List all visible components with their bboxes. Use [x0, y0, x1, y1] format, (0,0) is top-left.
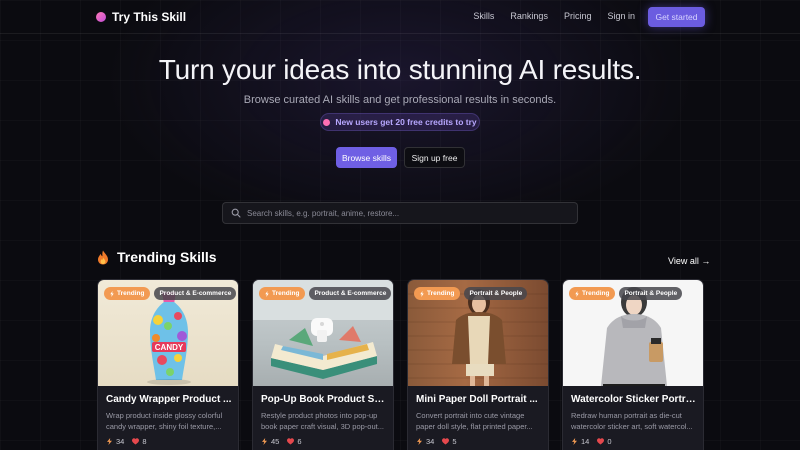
heart-icon: [442, 438, 450, 445]
logo-text: Try This Skill: [112, 10, 187, 24]
bolt-icon: [417, 438, 422, 445]
likes-count: 8: [142, 437, 147, 446]
bolt-icon: [110, 290, 114, 297]
category-badge: Portrait & People: [619, 287, 683, 300]
card-thumbnail: Trending Portrait & People: [408, 280, 548, 386]
logo[interactable]: Try This Skill: [96, 10, 186, 24]
skill-card-mini-paper-doll[interactable]: Trending Portrait & People Mini Paper Do…: [407, 279, 549, 450]
sign-up-free-button[interactable]: Sign up free: [404, 147, 465, 168]
card-thumbnail: CANDY Trending Product & E-commerce: [98, 280, 238, 386]
likes-stat: 5: [442, 437, 457, 446]
uses-count: 14: [581, 437, 590, 446]
uses-stat: 14: [571, 437, 589, 446]
hero-subtitle: Browse curated AI skills and get profess…: [243, 94, 557, 106]
trending-badge: Trending: [259, 287, 306, 300]
nav-link-pricing[interactable]: Pricing: [564, 11, 592, 21]
card-description: Redraw human portrait as die-cut waterco…: [571, 410, 697, 432]
nav-link-rankings[interactable]: Rankings: [510, 11, 548, 21]
heart-icon: [287, 438, 295, 445]
card-description-line: watercolor sticker art, soft watercol...: [571, 422, 693, 431]
trending-badge: Trending: [414, 287, 461, 300]
bolt-icon: [572, 438, 577, 445]
card-description: Convert portrait into cute vintage paper…: [416, 410, 542, 432]
card-badges: Trending Portrait & People: [414, 287, 528, 300]
card-stats: 34 8: [106, 437, 147, 446]
nav-links: Skills Rankings Pricing Sign in: [473, 11, 635, 21]
uses-stat: 45: [261, 437, 279, 446]
fire-icon: [98, 250, 108, 264]
likes-count: 6: [297, 437, 302, 446]
card-description: Restyle product photos into pop-up book …: [261, 410, 387, 432]
uses-count: 34: [426, 437, 435, 446]
bolt-icon: [420, 290, 424, 297]
skill-card-watercolor-sticker[interactable]: Trending Portrait & People Watercolor St…: [562, 279, 704, 450]
likes-stat: 6: [287, 437, 302, 446]
trending-label: Trending: [582, 290, 610, 297]
view-all-link[interactable]: View all →: [668, 256, 710, 266]
likes-count: 5: [452, 437, 457, 446]
bolt-icon: [262, 438, 267, 445]
trending-label: Trending: [272, 290, 300, 297]
category-badge: Product & E-commerce: [309, 287, 392, 300]
nav-link-sign-in[interactable]: Sign in: [607, 11, 635, 21]
uses-count: 34: [116, 437, 125, 446]
card-description-line: Redraw human portrait as die-cut: [571, 411, 682, 420]
browse-skills-button[interactable]: Browse skills: [336, 147, 397, 168]
uses-stat: 34: [106, 437, 124, 446]
promo-text: New users get 20 free credits to try: [335, 117, 477, 127]
category-badge: Product & E-commerce: [154, 287, 237, 300]
skill-card-candy-wrapper[interactable]: CANDY Trending Product & E-commerce Cand…: [97, 279, 239, 450]
card-badges: Trending Portrait & People: [569, 287, 683, 300]
trending-badge: Trending: [104, 287, 151, 300]
promo-badge: New users get 20 free credits to try: [320, 113, 480, 131]
search-bar[interactable]: [222, 202, 578, 224]
hero-title: Turn your ideas into stunning AI results…: [158, 54, 642, 85]
uses-count: 45: [271, 437, 280, 446]
nav-link-skills[interactable]: Skills: [473, 11, 494, 21]
card-badges: Trending Product & E-commerce: [259, 287, 392, 300]
card-stats: 45 6: [261, 437, 302, 446]
trending-label: Trending: [117, 290, 145, 297]
logo-icon: [96, 12, 106, 22]
category-badge: Portrait & People: [464, 287, 528, 300]
card-description-line: candy wrapper, shiny foil texture,...: [106, 422, 222, 431]
likes-stat: 8: [132, 437, 147, 446]
card-description-line: Wrap product inside glossy colorful: [106, 411, 223, 420]
card-title: Pop-Up Book Product Sty...: [261, 394, 387, 405]
card-description-line: paper doll style, flat printed paper...: [416, 422, 533, 431]
card-description-line: Restyle product photos into pop-up: [261, 411, 378, 420]
card-stats: 34 5: [416, 437, 457, 446]
card-thumbnail: Trending Product & E-commerce: [253, 280, 393, 386]
card-badges: Trending Product & E-commerce: [104, 287, 237, 300]
card-title: Watercolor Sticker Portra...: [571, 394, 697, 405]
search-icon: [231, 208, 241, 218]
card-description-line: Convert portrait into cute vintage: [416, 411, 525, 420]
heart-icon: [597, 438, 605, 445]
bolt-icon: [575, 290, 579, 297]
svg-text:CANDY: CANDY: [155, 343, 184, 352]
card-description: Wrap product inside glossy colorful cand…: [106, 410, 232, 432]
trending-label: Trending: [427, 290, 455, 297]
card-title: Candy Wrapper Product ...: [106, 394, 232, 405]
search-input[interactable]: [247, 208, 567, 218]
likes-stat: 0: [597, 437, 612, 446]
uses-stat: 34: [416, 437, 434, 446]
top-nav: Try This Skill Skills Rankings Pricing S…: [0, 0, 800, 34]
card-thumbnail: Trending Portrait & People: [563, 280, 703, 386]
trending-badge: Trending: [569, 287, 616, 300]
get-started-button[interactable]: Get started: [648, 7, 705, 27]
heart-icon: [132, 438, 140, 445]
promo-dot-icon: [323, 118, 331, 126]
card-title: Mini Paper Doll Portrait ...: [416, 394, 538, 405]
card-description-line: book paper craft visual, 3D pop-out...: [261, 422, 384, 431]
bolt-icon: [107, 438, 112, 445]
likes-count: 0: [607, 437, 612, 446]
bolt-icon: [265, 290, 269, 297]
section-header: Trending Skills: [97, 249, 217, 265]
skill-card-pop-up-book[interactable]: Trending Product & E-commerce Pop-Up Boo…: [252, 279, 394, 450]
card-stats: 14 0: [571, 437, 612, 446]
section-title: Trending Skills: [117, 249, 217, 265]
